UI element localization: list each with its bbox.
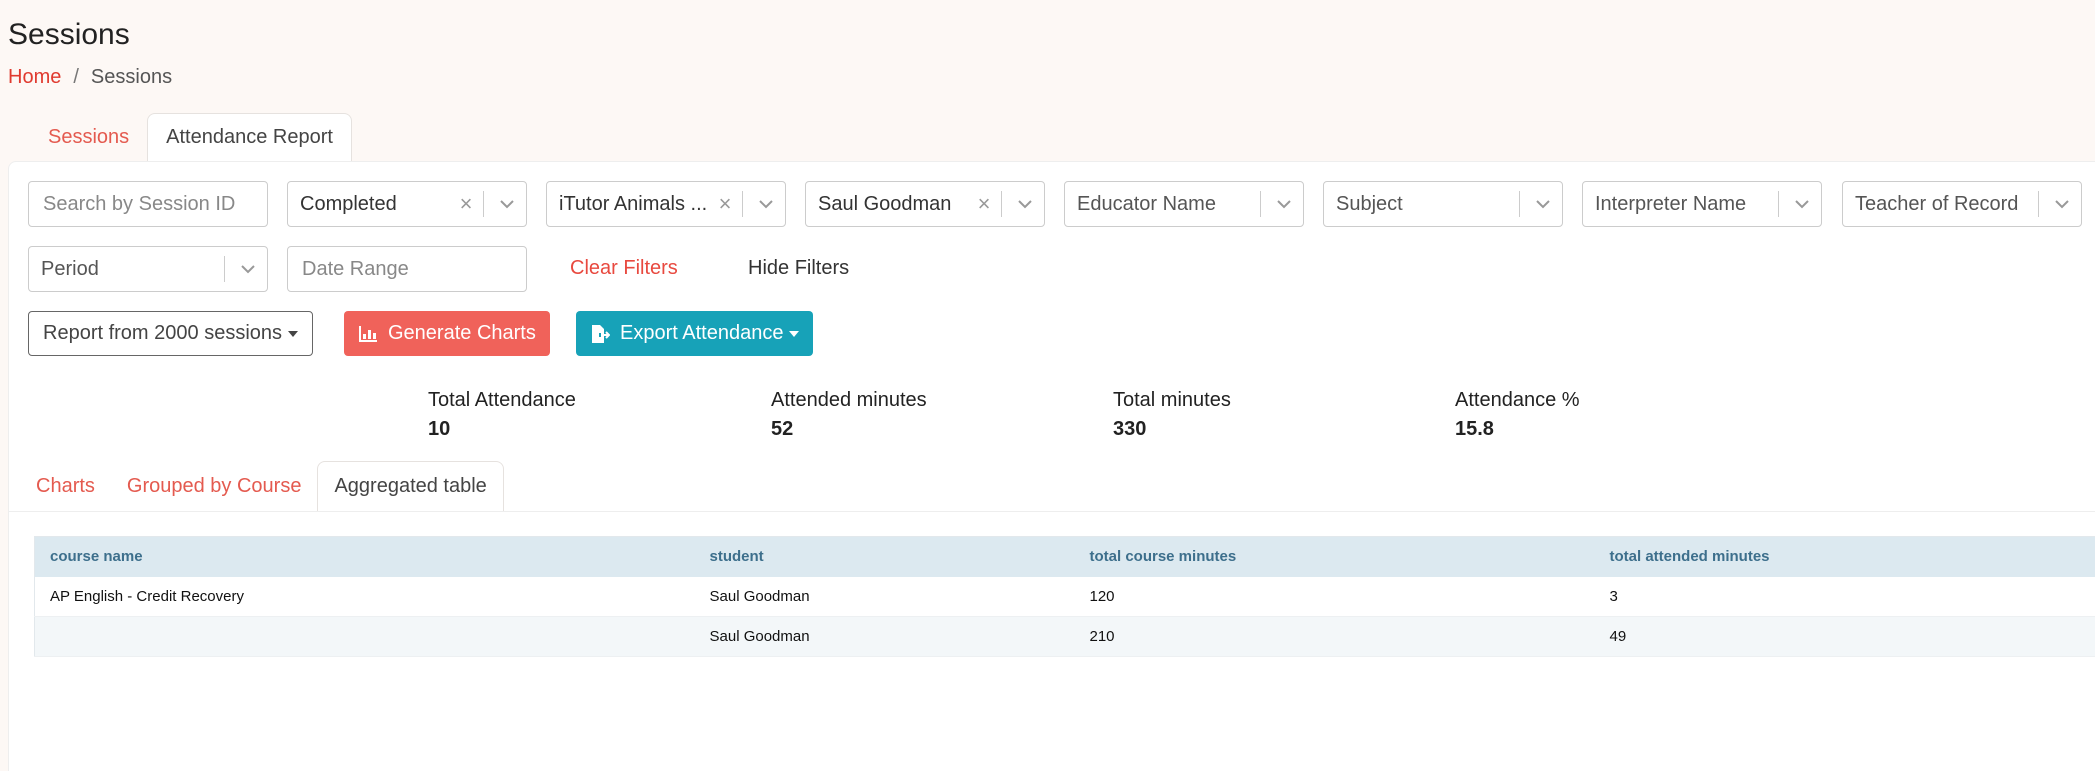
subject-select-placeholder: Subject xyxy=(1336,192,1403,215)
tab-charts[interactable]: Charts xyxy=(20,461,111,511)
table-row: AP English - Credit Recovery Saul Goodma… xyxy=(34,576,2095,617)
generate-charts-label: Generate Charts xyxy=(388,322,536,344)
chevron-down-icon[interactable] xyxy=(747,199,785,209)
x-icon[interactable]: × xyxy=(712,191,738,217)
cell-total-attended-minutes: 49 xyxy=(1594,616,2095,657)
caret-down-icon xyxy=(288,330,299,337)
stat-label: Attended minutes xyxy=(771,389,927,411)
chevron-down-icon[interactable] xyxy=(229,264,267,274)
teacher-of-record-select[interactable]: Teacher of Record xyxy=(1842,181,2082,227)
program-select-value: iTutor Animals ... xyxy=(559,192,708,215)
student-select-value: Saul Goodman xyxy=(818,192,952,215)
cell-total-course-minutes: 210 xyxy=(1074,616,1595,657)
stat-value: 15.8 xyxy=(1455,418,1494,440)
chevron-down-icon[interactable] xyxy=(1783,199,1821,209)
page-title: Sessions xyxy=(8,18,130,51)
report-sessions-dropdown[interactable]: Report from 2000 sessions xyxy=(28,311,314,356)
chevron-down-icon[interactable] xyxy=(1265,199,1303,209)
column-header-student[interactable]: student xyxy=(694,536,1075,577)
program-select[interactable]: iTutor Animals ... × xyxy=(546,181,786,227)
chevron-down-icon[interactable] xyxy=(488,199,526,209)
interpreter-select[interactable]: Interpreter Name xyxy=(1582,181,1822,227)
stat-total-attendance: Total Attendance 10 xyxy=(428,389,576,441)
export-attendance-label: Export Attendance xyxy=(620,322,784,344)
x-icon[interactable]: × xyxy=(971,191,997,217)
stat-label: Attendance % xyxy=(1455,389,1580,411)
hide-filters-button[interactable]: Hide Filters xyxy=(748,257,849,280)
stat-label: Total Attendance xyxy=(428,389,576,411)
stat-value: 10 xyxy=(428,418,451,440)
educator-select-placeholder: Educator Name xyxy=(1077,192,1216,215)
tab-aggregated-table[interactable]: Aggregated table xyxy=(317,461,504,511)
select-divider xyxy=(1001,191,1002,217)
select-divider xyxy=(483,191,484,217)
tab-sessions[interactable]: Sessions xyxy=(30,113,147,161)
stat-value: 52 xyxy=(771,418,794,440)
select-divider xyxy=(1260,191,1261,217)
period-select[interactable]: Period xyxy=(28,246,268,292)
session-id-search-input[interactable] xyxy=(28,181,268,227)
select-divider xyxy=(224,256,225,282)
cell-student: Saul Goodman xyxy=(694,576,1075,617)
educator-select[interactable]: Educator Name xyxy=(1064,181,1304,227)
file-export-icon xyxy=(590,324,610,344)
period-select-placeholder: Period xyxy=(41,257,99,280)
stat-label: Total minutes xyxy=(1113,389,1231,411)
select-divider xyxy=(2038,191,2039,217)
column-header-total-course-minutes[interactable]: total course minutes xyxy=(1074,536,1595,577)
x-icon[interactable]: × xyxy=(453,191,479,217)
breadcrumb-current: Sessions xyxy=(90,66,173,88)
top-tabs: Sessions Attendance Report xyxy=(30,113,352,161)
cell-student: Saul Goodman xyxy=(694,616,1075,657)
breadcrumb-separator: / xyxy=(73,66,79,88)
select-divider xyxy=(1778,191,1779,217)
generate-charts-button[interactable]: Generate Charts xyxy=(344,311,550,356)
stat-value: 330 xyxy=(1113,418,1147,440)
chevron-down-icon[interactable] xyxy=(1524,199,1562,209)
table-header-row: course name student total course minutes… xyxy=(34,536,2095,577)
bar-chart-icon xyxy=(358,325,378,343)
stat-total-minutes: Total minutes 330 xyxy=(1113,389,1231,441)
caret-down-icon xyxy=(789,330,800,337)
breadcrumb-home-link[interactable]: Home xyxy=(8,66,61,89)
teacher-of-record-select-placeholder: Teacher of Record xyxy=(1855,192,2019,215)
breadcrumb: Home / Sessions xyxy=(8,66,172,89)
student-select[interactable]: Saul Goodman × xyxy=(805,181,1045,227)
stat-attendance-percent: Attendance % 15.8 xyxy=(1455,389,1580,441)
column-header-total-attended-minutes[interactable]: total attended minutes xyxy=(1594,536,2095,577)
cell-course-name: AP English - Credit Recovery xyxy=(34,576,695,617)
date-range-input[interactable] xyxy=(287,246,527,292)
cell-course-name xyxy=(34,616,695,657)
chevron-down-icon[interactable] xyxy=(2043,199,2081,209)
cell-total-course-minutes: 120 xyxy=(1074,576,1595,617)
cell-total-attended-minutes: 3 xyxy=(1594,576,2095,617)
interpreter-select-placeholder: Interpreter Name xyxy=(1595,192,1747,215)
export-attendance-dropdown[interactable]: Export Attendance xyxy=(576,311,814,356)
subject-select[interactable]: Subject xyxy=(1323,181,1563,227)
column-header-course-name[interactable]: course name xyxy=(34,536,695,577)
report-view-tabs: Charts Grouped by Course Aggregated tabl… xyxy=(20,461,504,511)
tab-grouped-by-course[interactable]: Grouped by Course xyxy=(111,461,318,511)
aggregated-table: course name student total course minutes… xyxy=(34,536,2095,657)
status-select[interactable]: Completed × xyxy=(287,181,527,227)
chevron-down-icon[interactable] xyxy=(1006,199,1044,209)
select-divider xyxy=(1519,191,1520,217)
table-row: Saul Goodman 210 49 xyxy=(34,616,2095,657)
select-divider xyxy=(742,191,743,217)
tab-attendance-report[interactable]: Attendance Report xyxy=(147,113,352,161)
stat-attended-minutes: Attended minutes 52 xyxy=(771,389,927,441)
status-select-value: Completed xyxy=(300,192,397,215)
clear-filters-button[interactable]: Clear Filters xyxy=(570,257,678,280)
report-sessions-label: Report from 2000 sessions xyxy=(43,322,283,344)
